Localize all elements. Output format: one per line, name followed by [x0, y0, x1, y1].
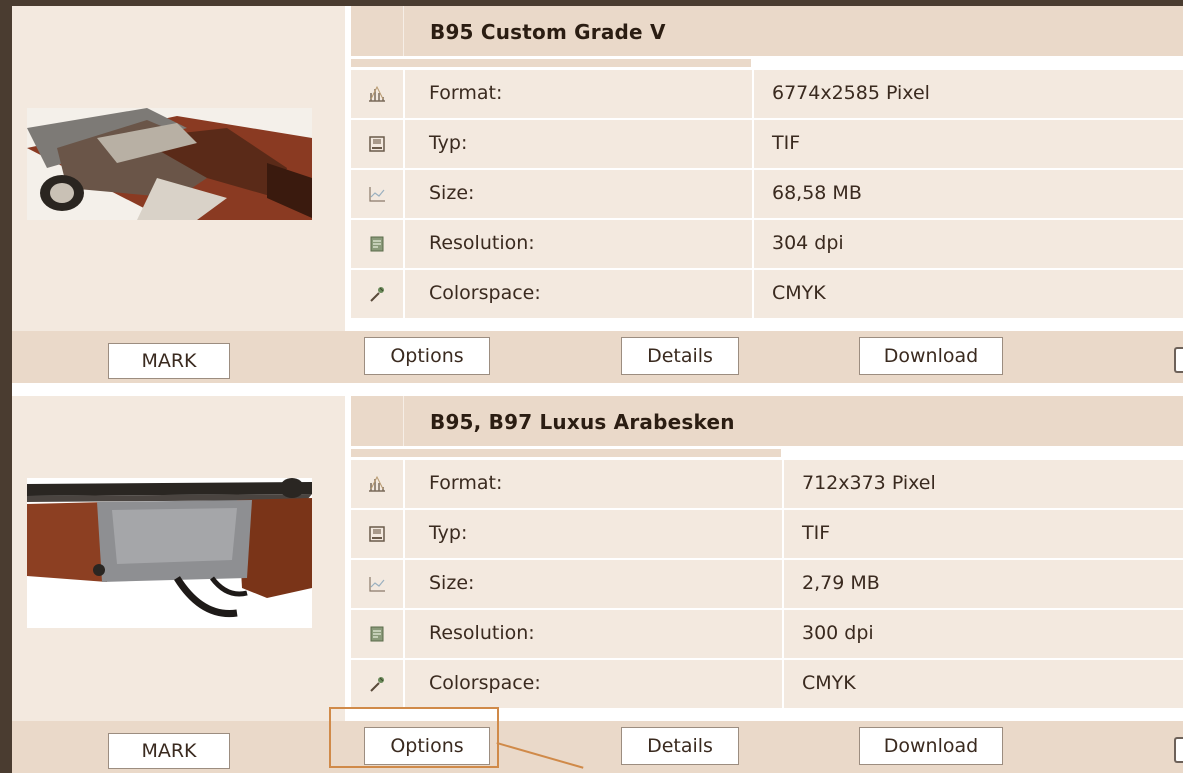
spec-label: Size: [429, 572, 475, 594]
spec-row-colorspace: Colorspace: CMYK [345, 268, 1183, 318]
file-size-chart-icon [351, 560, 403, 608]
spec-label: Format: [429, 82, 503, 104]
spec-row-resolution: Resolution: 300 dpi [345, 608, 1183, 658]
spec-label: Format: [429, 472, 503, 494]
spec-value: 304 dpi [772, 232, 844, 254]
item-title: B95 Custom Grade V [430, 20, 666, 44]
action-bar: MARK Options Details Download [12, 331, 1183, 383]
thumbnail-image[interactable] [27, 478, 312, 628]
spec-value: TIF [802, 522, 831, 544]
options-button[interactable]: Options [364, 727, 490, 765]
spec-label: Colorspace: [429, 672, 541, 694]
spec-value: CMYK [772, 282, 826, 304]
download-button[interactable]: Download [859, 727, 1003, 765]
select-checkbox[interactable] [1174, 347, 1183, 373]
resolution-document-icon [351, 610, 403, 658]
spec-value: CMYK [802, 672, 856, 694]
spec-value: 6774x2585 Pixel [772, 82, 930, 104]
resolution-document-icon [351, 220, 403, 268]
spec-row-size: Size: 2,79 MB [345, 558, 1183, 608]
spec-label: Typ: [429, 132, 468, 154]
spec-label: Typ: [429, 522, 468, 544]
item-title: B95, B97 Luxus Arabesken [430, 410, 735, 434]
thumbnail-column [12, 396, 345, 721]
image-list-panel: B95 Custom Grade V Format: 6774x2585 Pix… [12, 6, 1183, 773]
item-title-bar: B95 Custom Grade V [351, 6, 1183, 56]
file-type-icon [351, 120, 403, 168]
file-type-icon [351, 510, 403, 558]
colorspace-eyedropper-icon [351, 660, 403, 708]
file-size-chart-icon [351, 170, 403, 218]
thumbnail-image[interactable] [27, 108, 312, 220]
spec-row-colorspace: Colorspace: CMYK [345, 658, 1183, 708]
spec-row-type: Typ: TIF [345, 118, 1183, 168]
spec-row-format: Format: 712x373 Pixel [345, 460, 1183, 508]
spec-label: Colorspace: [429, 282, 541, 304]
spec-value: TIF [772, 132, 801, 154]
item-title-bar: B95, B97 Luxus Arabesken [351, 396, 1183, 446]
spec-table: Format: 712x373 Pixel Typ: TIF Size: 2,7… [345, 460, 1183, 708]
action-bar: MARK Options Details Download [12, 721, 1183, 773]
colorspace-eyedropper-icon [351, 270, 403, 318]
details-button[interactable]: Details [621, 337, 739, 375]
mark-button[interactable]: MARK [108, 733, 230, 769]
format-ruler-icon [351, 460, 403, 508]
spec-label: Resolution: [429, 232, 535, 254]
spec-row-resolution: Resolution: 304 dpi [345, 218, 1183, 268]
spec-value: 68,58 MB [772, 182, 862, 204]
spec-label: Size: [429, 182, 475, 204]
spec-row-format: Format: 6774x2585 Pixel [345, 70, 1183, 118]
spec-row-type: Typ: TIF [345, 508, 1183, 558]
spec-label: Resolution: [429, 622, 535, 644]
thumbnail-column [12, 6, 345, 331]
download-button[interactable]: Download [859, 337, 1003, 375]
window-frame-left [0, 0, 12, 768]
mark-button[interactable]: MARK [108, 343, 230, 379]
spec-value: 712x373 Pixel [802, 472, 936, 494]
options-button[interactable]: Options [364, 337, 490, 375]
spec-value: 300 dpi [802, 622, 874, 644]
spec-table: Format: 6774x2585 Pixel Typ: TIF Size: 6… [345, 70, 1183, 318]
spec-row-size: Size: 68,58 MB [345, 168, 1183, 218]
spec-value: 2,79 MB [802, 572, 880, 594]
select-checkbox[interactable] [1174, 737, 1183, 763]
format-ruler-icon [351, 70, 403, 118]
details-button[interactable]: Details [621, 727, 739, 765]
